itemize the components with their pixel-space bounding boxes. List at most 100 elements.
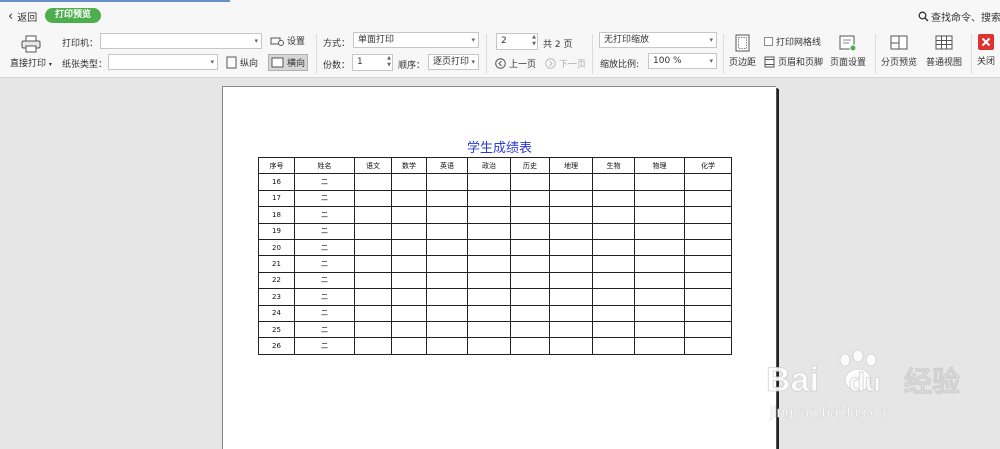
- table-cell: [634, 255, 685, 273]
- table-cell: [684, 189, 732, 208]
- table-cell: [510, 271, 550, 290]
- table-cell: [510, 189, 550, 208]
- table-cell: [426, 337, 468, 355]
- printer-select[interactable]: ▾: [100, 33, 262, 49]
- table-cell: [354, 337, 392, 355]
- next-page-label: 下一页: [559, 60, 587, 70]
- table-cell: [592, 238, 635, 257]
- next-page-button[interactable]: 下一页: [545, 57, 586, 70]
- copies-stepper[interactable]: 1 ▲ ▼: [352, 54, 393, 71]
- close-preview-button[interactable]: 关闭: [977, 34, 995, 67]
- table-cell: [592, 337, 635, 355]
- table-cell: [426, 271, 468, 290]
- direct-print-button[interactable]: 直接打印 ▾: [10, 35, 52, 69]
- page-setup-button[interactable]: 页面设置: [830, 34, 866, 68]
- printer-label: 打印机：: [62, 39, 99, 49]
- portrait-button[interactable]: 纵向: [226, 56, 258, 69]
- table-cell: [592, 173, 635, 191]
- column-header: 化学: [684, 156, 732, 175]
- table-cell: [510, 255, 550, 273]
- print-mode-select[interactable]: 单面打印 ▾: [353, 32, 479, 48]
- table-cell: 20: [258, 238, 295, 257]
- page-total: 共 2 页: [543, 40, 573, 50]
- close-label: 关闭: [977, 57, 996, 67]
- copies-value: 1: [357, 57, 363, 67]
- table-cell: [467, 206, 511, 224]
- scale-ratio-select[interactable]: 100 % ▾: [648, 53, 717, 69]
- arrow-left-circle-icon: [495, 58, 506, 69]
- table-cell: [510, 206, 550, 224]
- gridlines-label: 打印网格线: [776, 38, 822, 48]
- watermark-brand-suffix: du: [849, 367, 881, 397]
- margins-button[interactable]: 页边距: [729, 34, 756, 68]
- paper-type-select[interactable]: ▾: [108, 54, 218, 70]
- header-footer-button[interactable]: 页眉和页脚: [764, 55, 823, 68]
- back-label: 返回: [17, 13, 38, 24]
- spin-arrows-icon[interactable]: ▲ ▼: [532, 34, 536, 48]
- table-row: 23 二: [258, 288, 732, 306]
- dropdown-arrow-icon: ▾: [471, 58, 475, 66]
- scale-mode-select[interactable]: 无打印缩放 ▾: [599, 32, 717, 48]
- page-number-stepper[interactable]: 2 ▲ ▼: [496, 33, 538, 50]
- table-cell: [354, 320, 392, 339]
- table-cell: 二: [294, 288, 355, 306]
- normal-view-button[interactable]: 普通视图: [926, 34, 962, 68]
- table-cell: [426, 288, 468, 306]
- page-setup-icon: [839, 35, 857, 52]
- table-cell: [549, 320, 593, 339]
- print-preview-page: 学生成绩表 序号 姓名 语文 数学 英语 政治 历史 地理 生物 物理 化学 16 二 17 二 18 二 19…: [222, 86, 779, 449]
- table-cell: [592, 189, 635, 208]
- table-cell: [391, 255, 427, 273]
- dropdown-arrow-icon: ▾: [210, 58, 214, 66]
- table-cell: [467, 288, 511, 306]
- table-cell: [510, 320, 550, 339]
- table-row: 22 二: [258, 271, 732, 290]
- table-cell: [391, 206, 427, 224]
- table-cell: [391, 173, 427, 191]
- table-cell: [634, 173, 685, 191]
- landscape-button[interactable]: 横向: [268, 54, 309, 71]
- dropdown-arrow-icon: ▾: [471, 36, 475, 44]
- checkbox-icon: [764, 37, 773, 46]
- table-cell: [467, 222, 511, 240]
- table-cell: [549, 271, 593, 290]
- command-search[interactable]: 查找命令、搜索模: [918, 9, 1000, 24]
- page-shadow: [777, 89, 779, 449]
- table-cell: [467, 238, 511, 257]
- table-cell: [426, 222, 468, 240]
- table-cell: 二: [294, 304, 355, 322]
- ribbon-separator: [592, 34, 593, 74]
- printer-settings-button[interactable]: 设置: [270, 34, 305, 47]
- arrow-right-circle-icon: [545, 58, 556, 69]
- column-header: 生物: [592, 156, 635, 175]
- table-cell: 22: [258, 271, 295, 290]
- spin-arrows-icon[interactable]: ▲ ▼: [387, 55, 391, 69]
- print-gridlines-checkbox[interactable]: 打印网格线: [764, 35, 821, 48]
- table-cell: [467, 337, 511, 355]
- table-cell: [467, 271, 511, 290]
- table-cell: 25: [258, 320, 295, 339]
- column-header: 政治: [467, 156, 511, 175]
- table-cell: [684, 173, 732, 191]
- page-break-preview-button[interactable]: 分页预览: [881, 34, 917, 68]
- score-table: 序号 姓名 语文 数学 英语 政治 历史 地理 生物 物理 化学 16 二 17 二 18 二 19 二 20 二 21…: [258, 156, 732, 355]
- ribbon-separator: [486, 34, 487, 74]
- scale-ratio-label: 缩放比例:: [600, 60, 640, 70]
- table-cell: [549, 189, 593, 208]
- table-cell: [426, 206, 468, 224]
- table-cell: 23: [258, 288, 295, 306]
- back-button[interactable]: ‹ 返回: [8, 9, 38, 25]
- table-cell: [592, 288, 635, 306]
- print-order-select[interactable]: 逐页打印 ▾: [428, 54, 479, 70]
- grid-view-icon: [935, 35, 953, 50]
- table-cell: [354, 173, 392, 191]
- header-footer-label: 页眉和页脚: [778, 58, 824, 68]
- table-cell: 二: [294, 238, 355, 257]
- prev-page-button[interactable]: 上一页: [495, 57, 536, 70]
- table-cell: 二: [294, 271, 355, 290]
- table-cell: [391, 222, 427, 240]
- table-cell: [391, 288, 427, 306]
- table-cell: [684, 271, 732, 290]
- table-cell: [510, 222, 550, 240]
- table-cell: [684, 206, 732, 224]
